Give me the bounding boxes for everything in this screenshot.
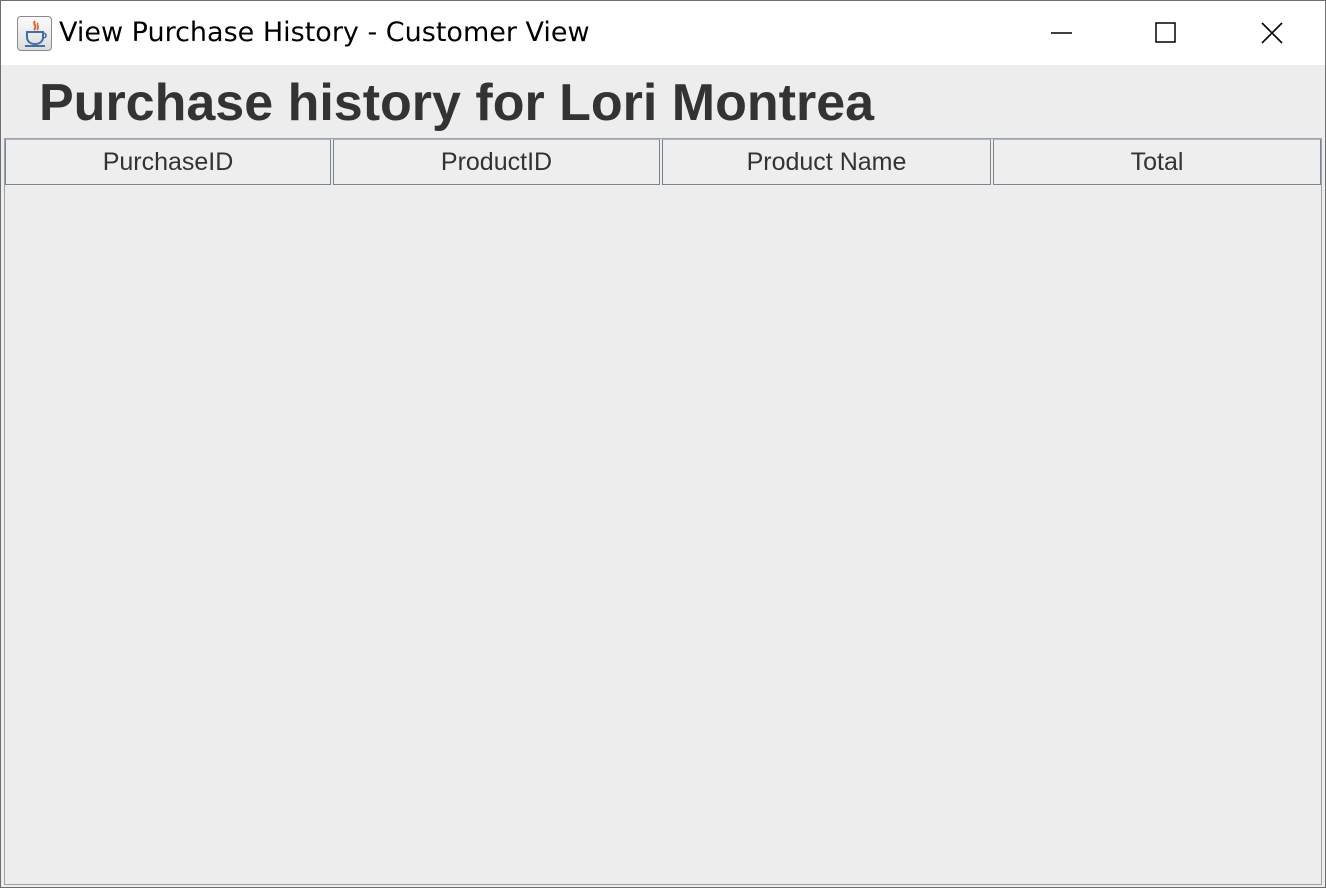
purchase-table[interactable]: PurchaseID ProductID Product Name Total [4, 138, 1322, 885]
table-header-row: PurchaseID ProductID Product Name Total [5, 139, 1321, 185]
column-header-total[interactable]: Total [993, 139, 1321, 185]
table-body[interactable] [5, 185, 1321, 884]
column-header-product-id[interactable]: ProductID [333, 139, 660, 185]
app-window: View Purchase History - Customer View Pu… [0, 0, 1326, 888]
page-heading: Purchase history for Lori Montrea [39, 74, 875, 132]
maximize-icon [1155, 22, 1176, 43]
java-cup-icon[interactable] [17, 16, 52, 51]
close-icon [1261, 22, 1283, 44]
title-bar[interactable]: View Purchase History - Customer View [1, 1, 1325, 65]
minimize-icon [1051, 32, 1072, 34]
minimize-button[interactable] [1009, 1, 1115, 65]
column-header-product-name[interactable]: Product Name [662, 139, 991, 185]
window-title: View Purchase History - Customer View [59, 17, 590, 48]
maximize-button[interactable] [1113, 1, 1219, 65]
column-header-purchase-id[interactable]: PurchaseID [5, 139, 331, 185]
close-button[interactable] [1219, 1, 1325, 65]
